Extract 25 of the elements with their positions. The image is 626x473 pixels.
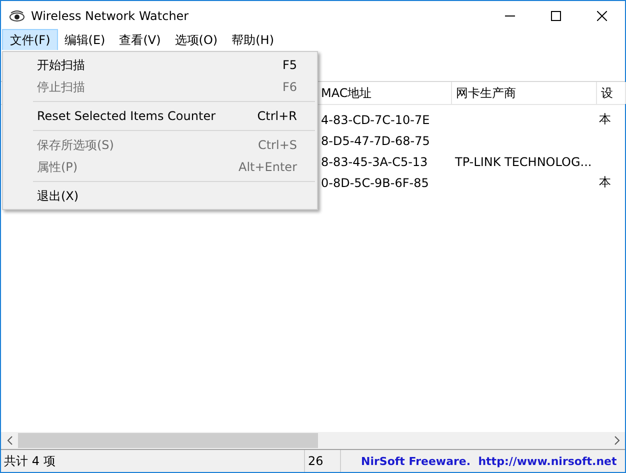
column-header[interactable]: 网卡生产商 [452,82,597,104]
table-cell-text: 8-83-45-3A-C5-13 [320,154,429,168]
table-cell-text: 本 [598,174,612,191]
table-cell-text: 4-83-CD-7C-10-7E [320,112,431,126]
menu-item[interactable]: 帮助(H) [224,30,281,50]
scrollbar-thumb[interactable] [18,433,318,448]
close-icon[interactable] [597,10,607,20]
table-cell-text: 本 [598,111,612,128]
table-cell-text: 0-8D-5C-9B-6F-85 [320,176,430,190]
menu-item[interactable]: 查看(V) [112,30,168,50]
eye-icon [9,10,25,22]
menu-item[interactable]: 编辑(E) [57,30,112,50]
table-cell-text: TP-LINK TECHNOLOG... [454,154,593,168]
credit-link[interactable]: NirSoft Freeware. http://www.nirsoft.net [341,450,625,472]
maximize-icon[interactable] [551,10,561,20]
window-title: Wireless Network Watcher [31,8,190,22]
menu-item[interactable]: 文件(F) [3,30,58,50]
status-number: 26 [305,450,341,472]
item-count: 共计 4 项 [1,450,305,472]
menu-item[interactable]: 选项(O) [168,30,225,50]
menu-entry[interactable]: Reset Selected Items Counter Ctrl+R [3,105,317,127]
column-header[interactable]: 设 [597,82,626,104]
menu-entry[interactable]: 开始扫描 F5 [3,54,317,76]
table-cell-text: 8-D5-47-7D-68-75 [320,134,431,148]
menu-entry[interactable]: 退出(X) [3,185,317,207]
